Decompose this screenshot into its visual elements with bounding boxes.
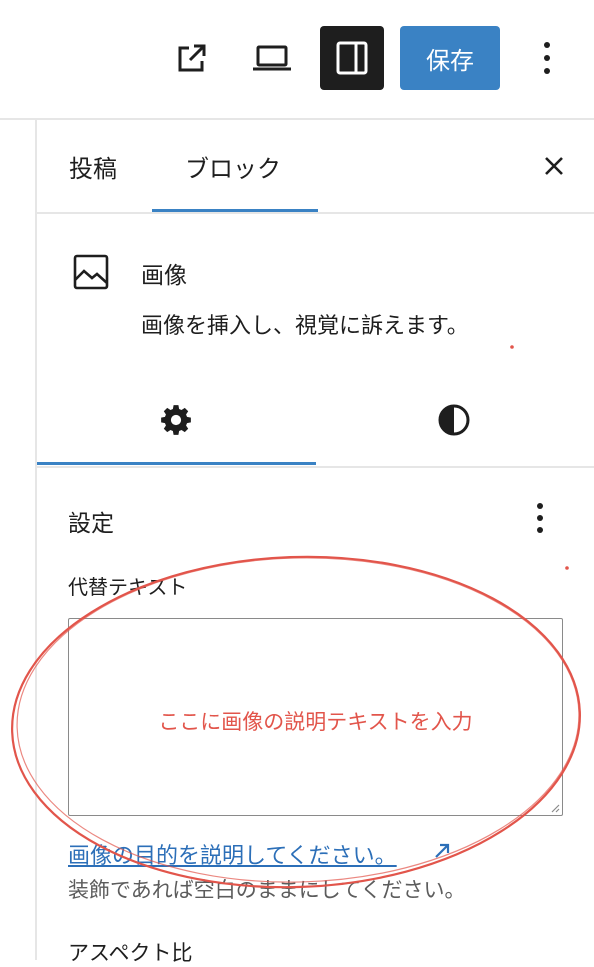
external-arrow-icon [430,838,454,864]
top-toolbar: 保存 [0,0,594,120]
resize-handle-icon[interactable] [548,801,560,813]
laptop-icon [253,45,291,71]
block-title: 画像 [141,263,187,289]
block-description: 画像を挿入し、視覚に訴えます。 [141,314,469,339]
more-vertical-icon [544,42,550,74]
tab-settings[interactable] [37,374,315,466]
gear-icon [161,405,191,435]
preview-button[interactable] [246,36,298,80]
alt-text-help-link[interactable]: 画像の目的を説明してください。 [68,838,397,870]
alt-text-field[interactable]: ここに画像の説明テキストを入力 [68,618,563,816]
settings-options-button[interactable] [522,498,558,538]
options-menu-button[interactable] [528,32,566,84]
active-tab-indicator [152,209,318,212]
save-button[interactable]: 保存 [400,26,500,90]
close-sidebar-button[interactable] [536,148,572,184]
tab-post[interactable]: 投稿 [69,120,117,212]
alt-text-label: 代替テキスト [68,575,188,599]
alt-text-help-note: 装飾であれば空白のままにしてください。 [68,878,466,902]
tab-styles[interactable] [315,374,593,466]
aspect-ratio-label: アスペクト比 [68,941,193,965]
block-card: 画像 画像を挿入し、視覚に訴えます。 [37,214,594,354]
settings-heading: 設定 [68,511,114,537]
sidebar-tabs: 投稿 ブロック [37,120,594,214]
close-icon [545,157,563,175]
settings-panel-toggle[interactable] [320,26,384,90]
more-vertical-icon [537,503,543,533]
image-icon [73,254,109,290]
tab-block[interactable]: ブロック [185,120,281,212]
sidebar-panel-icon [336,41,368,75]
contrast-icon [438,404,470,436]
view-post-button[interactable] [168,36,216,80]
inspector-tabs [37,374,594,468]
alt-text-annotation: ここに画像の説明テキストを入力 [158,710,473,734]
external-link-icon [178,44,206,72]
active-subtab-indicator [37,462,316,465]
